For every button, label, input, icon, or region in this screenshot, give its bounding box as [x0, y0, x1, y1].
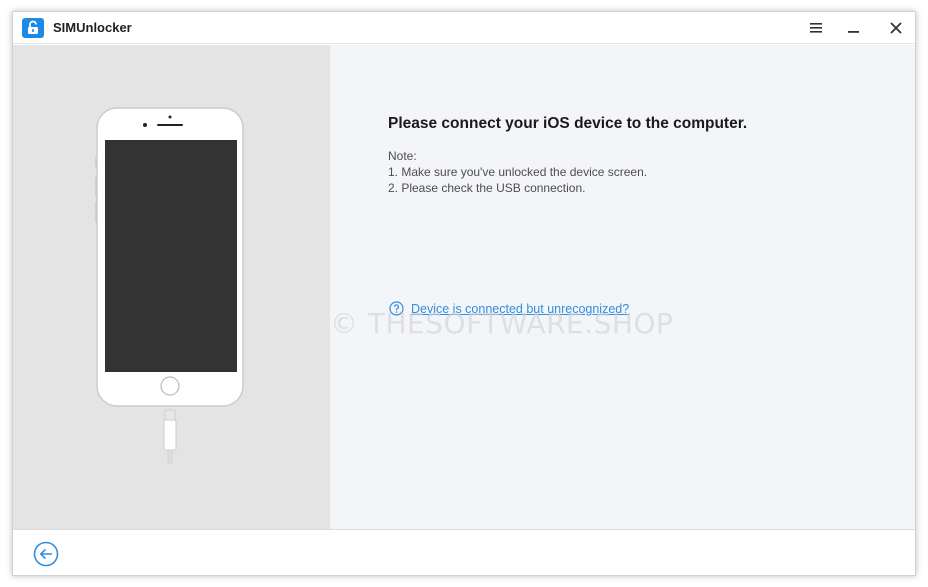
device-illustration-panel — [13, 45, 330, 529]
unlock-logo-icon — [22, 18, 44, 38]
close-button[interactable] — [879, 15, 913, 41]
note-item: 2. Please check the USB connection. — [388, 181, 586, 195]
note-item: 1. Make sure you've unlocked the device … — [388, 165, 648, 179]
close-icon — [890, 22, 902, 34]
minimize-button[interactable] — [837, 15, 871, 41]
app-window: SIMUnlocker Please connect your iOS devi… — [12, 11, 916, 576]
minimize-icon — [848, 31, 859, 33]
back-arrow-icon[interactable] — [33, 541, 59, 567]
footer-bar — [13, 529, 915, 575]
watermark-text: © THESOFTWARE.SHOP — [330, 307, 674, 340]
page-title: Please connect your iOS device to the co… — [388, 115, 748, 132]
menu-button[interactable] — [799, 15, 833, 41]
note-title: Note: — [388, 149, 417, 163]
app-title: SIMUnlocker — [53, 20, 132, 35]
note-block: Note: 1. Make sure you've unlocked the d… — [388, 148, 647, 196]
iphone-illustration-icon — [95, 107, 244, 464]
hamburger-menu-icon — [810, 23, 822, 33]
content-panel: Please connect your iOS device to the co… — [330, 45, 915, 529]
title-bar: SIMUnlocker — [13, 12, 915, 44]
